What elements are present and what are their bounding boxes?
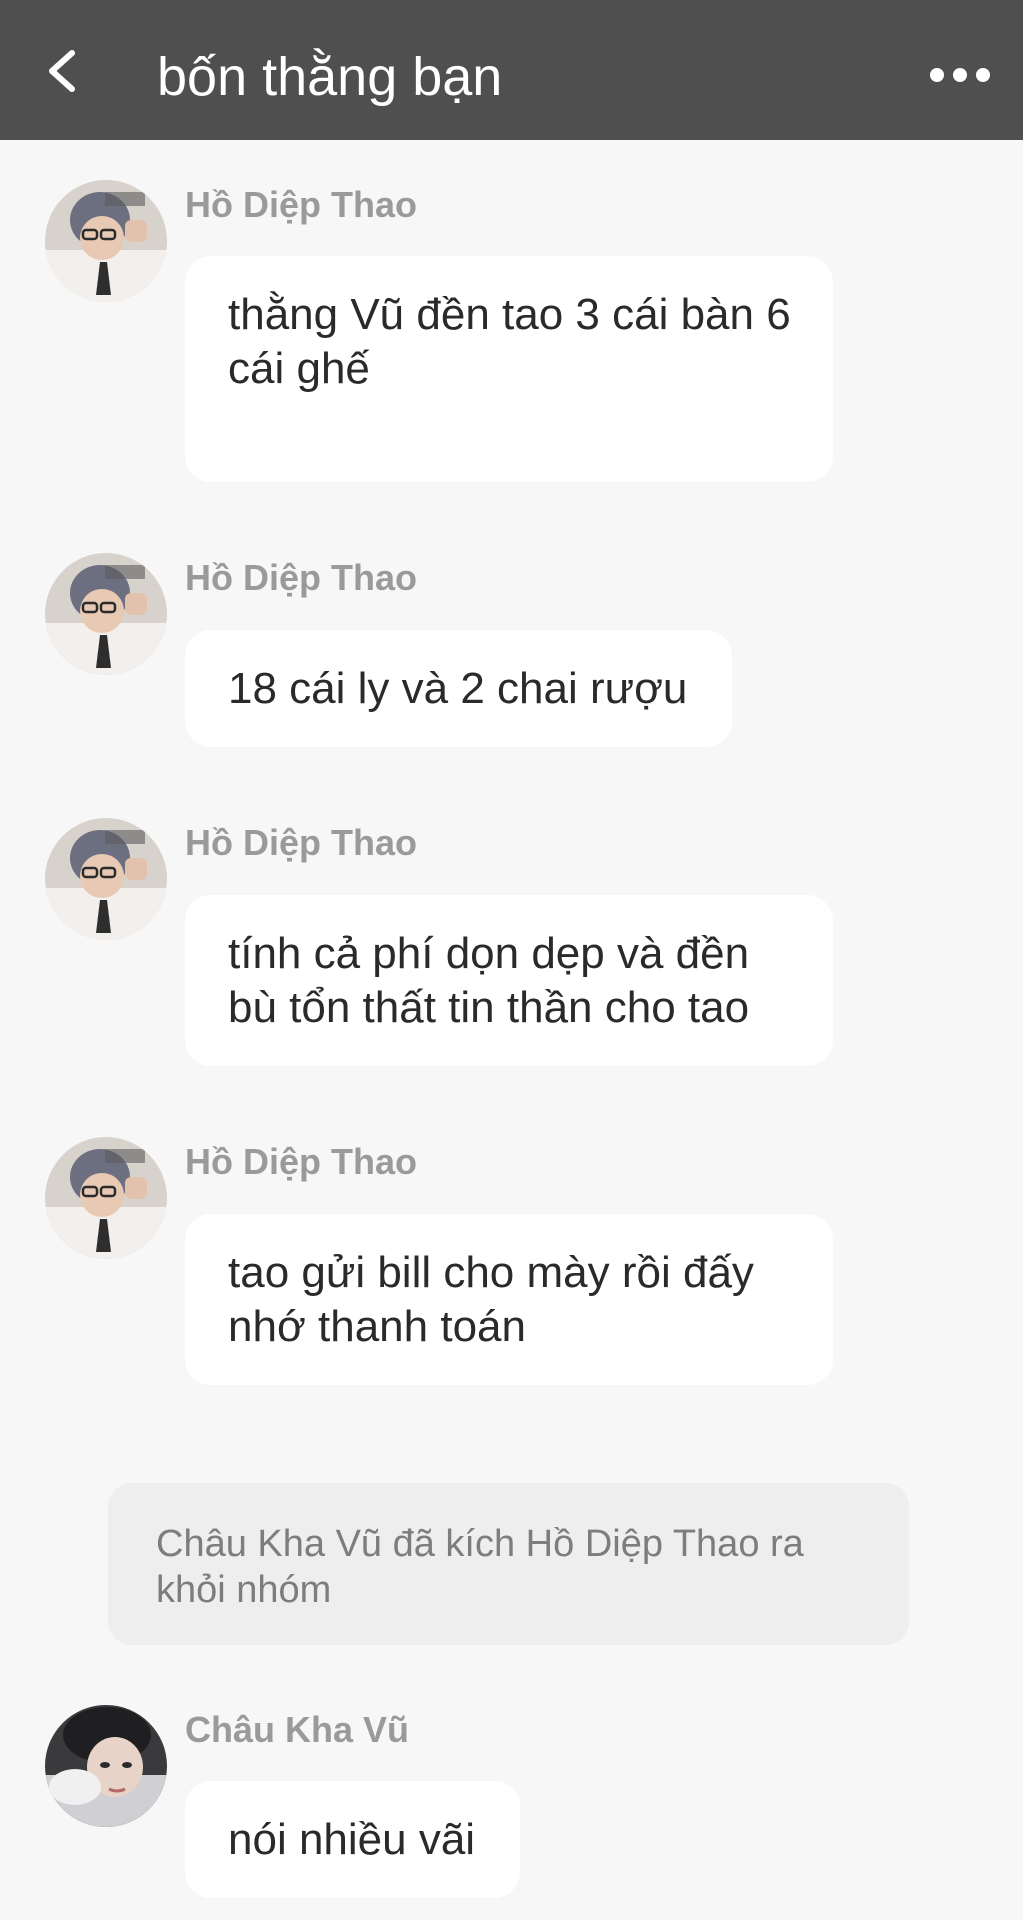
system-notice: Châu Kha Vũ đã kích Hồ Diệp Thao ra khỏi…: [108, 1483, 909, 1645]
sender-name: Châu Kha Vũ: [185, 1709, 410, 1750]
message-bubble[interactable]: nói nhiều vãi: [185, 1781, 520, 1898]
message-bubble[interactable]: tao gửi bill cho mày rồi đấy nhớ thanh t…: [185, 1214, 833, 1385]
avatar[interactable]: [45, 818, 167, 940]
message-bubble[interactable]: thằng Vũ đền tao 3 cái bàn 6 cái ghế: [185, 256, 833, 482]
chat-header: bốn thằng bạn: [0, 0, 1023, 140]
avatar[interactable]: [45, 180, 167, 302]
chat-title: bốn thằng bạn: [157, 47, 503, 107]
avatar[interactable]: [45, 1137, 167, 1259]
back-button[interactable]: [30, 35, 100, 105]
sender-name: Hồ Diệp Thao: [185, 1141, 417, 1182]
sender-name: Hồ Diệp Thao: [185, 184, 417, 225]
message-bubble[interactable]: tính cả phí dọn dẹp và đền bù tổn thất t…: [185, 895, 833, 1066]
avatar[interactable]: [45, 1705, 167, 1827]
more-horizontal-icon: [930, 68, 990, 82]
sender-name: Hồ Diệp Thao: [185, 822, 417, 863]
avatar[interactable]: [45, 553, 167, 675]
message-bubble[interactable]: 18 cái ly và 2 chai rượu: [185, 630, 732, 747]
chevron-left-icon: [49, 50, 75, 92]
sender-name: Hồ Diệp Thao: [185, 557, 417, 598]
more-options-button[interactable]: [920, 50, 1000, 100]
